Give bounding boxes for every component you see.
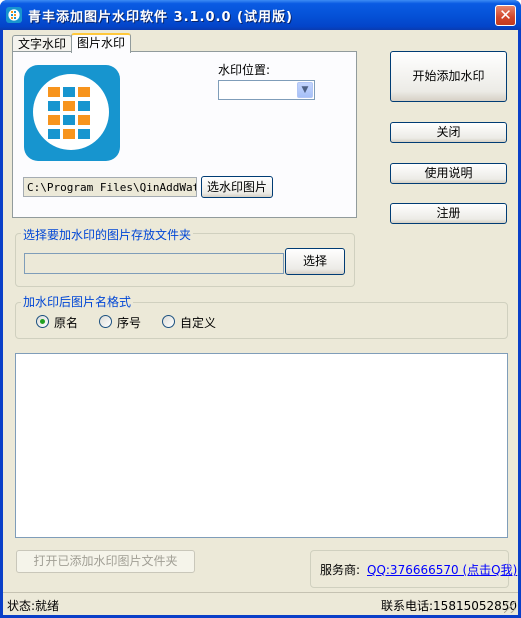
radio-sequence-label[interactable]: 序号 xyxy=(117,314,141,331)
service-provider-box: 服务商: QQ:376666570 (点击Q我) xyxy=(310,550,517,588)
tab-image-watermark[interactable]: 图片水印 xyxy=(71,33,132,53)
close-icon[interactable]: ✕ xyxy=(495,5,516,26)
radio-custom[interactable] xyxy=(162,315,175,328)
position-label: 水印位置: xyxy=(218,63,271,77)
app-logo-icon xyxy=(24,65,120,161)
position-select[interactable]: ▼ xyxy=(218,80,315,100)
folder-path-input[interactable] xyxy=(24,253,284,274)
select-folder-button[interactable]: 选择 xyxy=(285,248,345,275)
window-title: 青丰添加图片水印软件 3.1.0.0 (试用版) xyxy=(28,10,293,25)
log-output-area[interactable] xyxy=(15,353,508,538)
client-area: 文字水印 图片水印 水印位置: ▼ C:\Program Files\QinAd… xyxy=(3,30,518,615)
qq-contact-link[interactable]: QQ:376666570 (点击Q我) xyxy=(367,561,517,578)
radio-original-name-label[interactable]: 原名 xyxy=(54,314,78,331)
choose-watermark-image-button[interactable]: 选水印图片 xyxy=(201,176,273,198)
register-button[interactable]: 注册 xyxy=(390,203,507,224)
start-watermark-button[interactable]: 开始添加水印 xyxy=(390,51,507,102)
status-text: 状态:就绪 xyxy=(7,599,60,613)
title-bar[interactable]: 青丰添加图片水印软件 3.1.0.0 (试用版) ✕ xyxy=(0,0,521,30)
dropdown-arrow-icon[interactable]: ▼ xyxy=(297,82,313,98)
help-button[interactable]: 使用说明 xyxy=(390,163,507,184)
app-window: 青丰添加图片水印软件 3.1.0.0 (试用版) ✕ 文字水印 图片水印 水印位… xyxy=(0,0,521,618)
folder-group-title: 选择要加水印的图片存放文件夹 xyxy=(21,226,194,243)
radio-sequence[interactable] xyxy=(99,315,112,328)
open-output-folder-button[interactable]: 打开已添加水印图片文件夹 xyxy=(16,550,195,573)
name-format-group-title: 加水印后图片名格式 xyxy=(21,293,134,310)
close-button[interactable]: 关闭 xyxy=(390,122,507,143)
service-label: 服务商: xyxy=(320,563,361,577)
image-watermark-panel: 水印位置: ▼ C:\Program Files\QinAddWater 选水印… xyxy=(12,51,357,218)
radio-selected-dot xyxy=(40,319,45,324)
radio-custom-label[interactable]: 自定义 xyxy=(180,314,216,331)
watermark-image-path-field[interactable]: C:\Program Files\QinAddWater xyxy=(23,177,197,197)
app-q-icon xyxy=(6,7,22,23)
size-grip-icon[interactable] xyxy=(504,601,516,613)
contact-phone-text: 联系电话:15815052850 xyxy=(381,599,518,613)
status-bar: 状态:就绪 联系电话:15815052850 xyxy=(3,592,518,615)
radio-original-name[interactable] xyxy=(36,315,49,328)
